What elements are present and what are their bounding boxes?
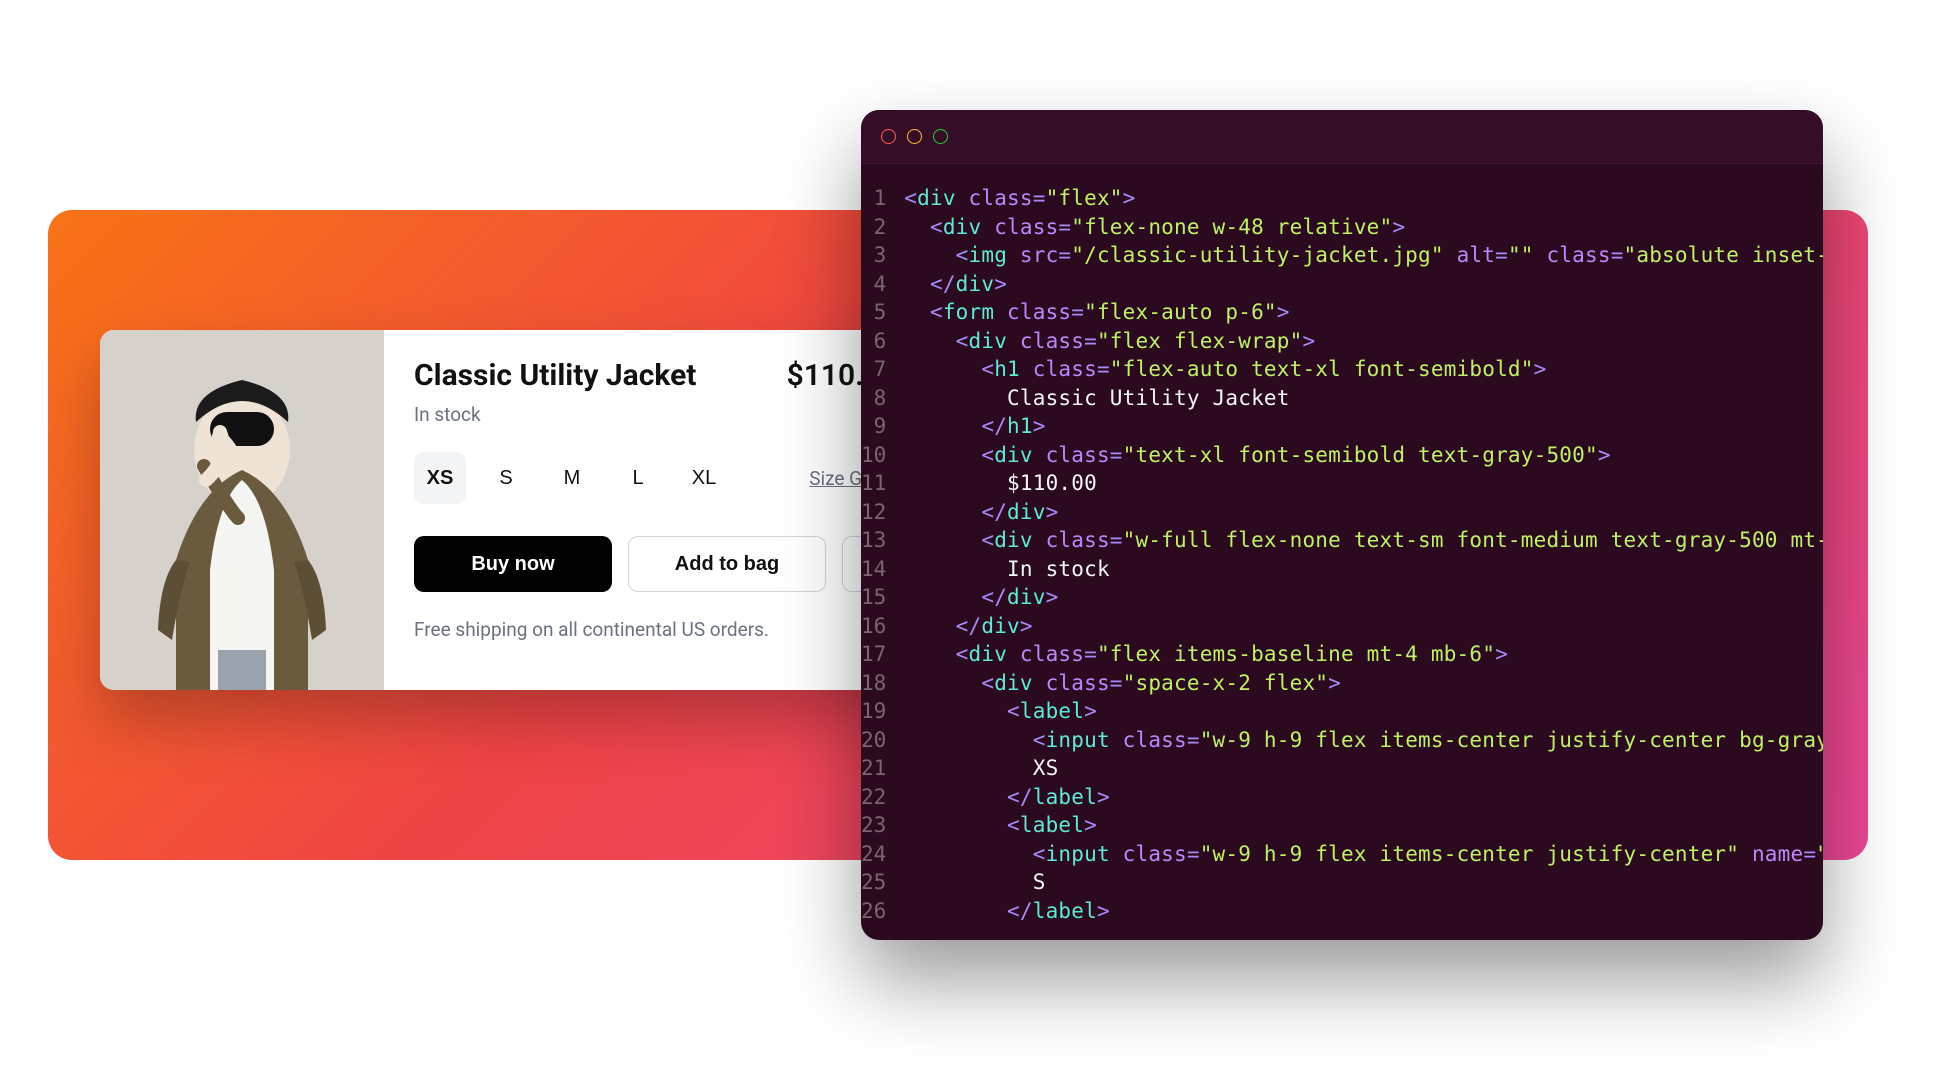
size-option-xl[interactable]: XL [678, 452, 730, 504]
size-option-s[interactable]: S [480, 452, 532, 504]
maximize-icon[interactable] [933, 129, 948, 144]
buy-now-button[interactable]: Buy now [414, 536, 612, 592]
size-options: XS SML XL [414, 452, 799, 504]
add-to-bag-button[interactable]: Add to bag [628, 536, 826, 592]
size-option-xs[interactable]: XS [414, 452, 466, 504]
product-card: Classic Utility Jacket $110.00 In stock … [100, 330, 918, 690]
size-option-l[interactable]: L [612, 452, 664, 504]
code-editor-window: 1 2 3 4 5 6 7 8 9 10 11 12 13 14 15 16 1… [861, 110, 1823, 940]
window-titlebar [861, 110, 1823, 164]
code-content[interactable]: <div class="flex"> <div class="flex-none… [898, 164, 1823, 940]
size-option-m[interactable]: M [546, 452, 598, 504]
close-icon[interactable] [881, 129, 896, 144]
product-title: Classic Utility Jacket [414, 358, 696, 393]
minimize-icon[interactable] [907, 129, 922, 144]
product-body: Classic Utility Jacket $110.00 In stock … [384, 330, 918, 690]
shipping-note: Free shipping on all continental US orde… [414, 618, 898, 641]
stock-status: In stock [414, 403, 898, 426]
product-image [100, 330, 384, 690]
line-number-gutter: 1 2 3 4 5 6 7 8 9 10 11 12 13 14 15 16 1… [861, 164, 898, 940]
